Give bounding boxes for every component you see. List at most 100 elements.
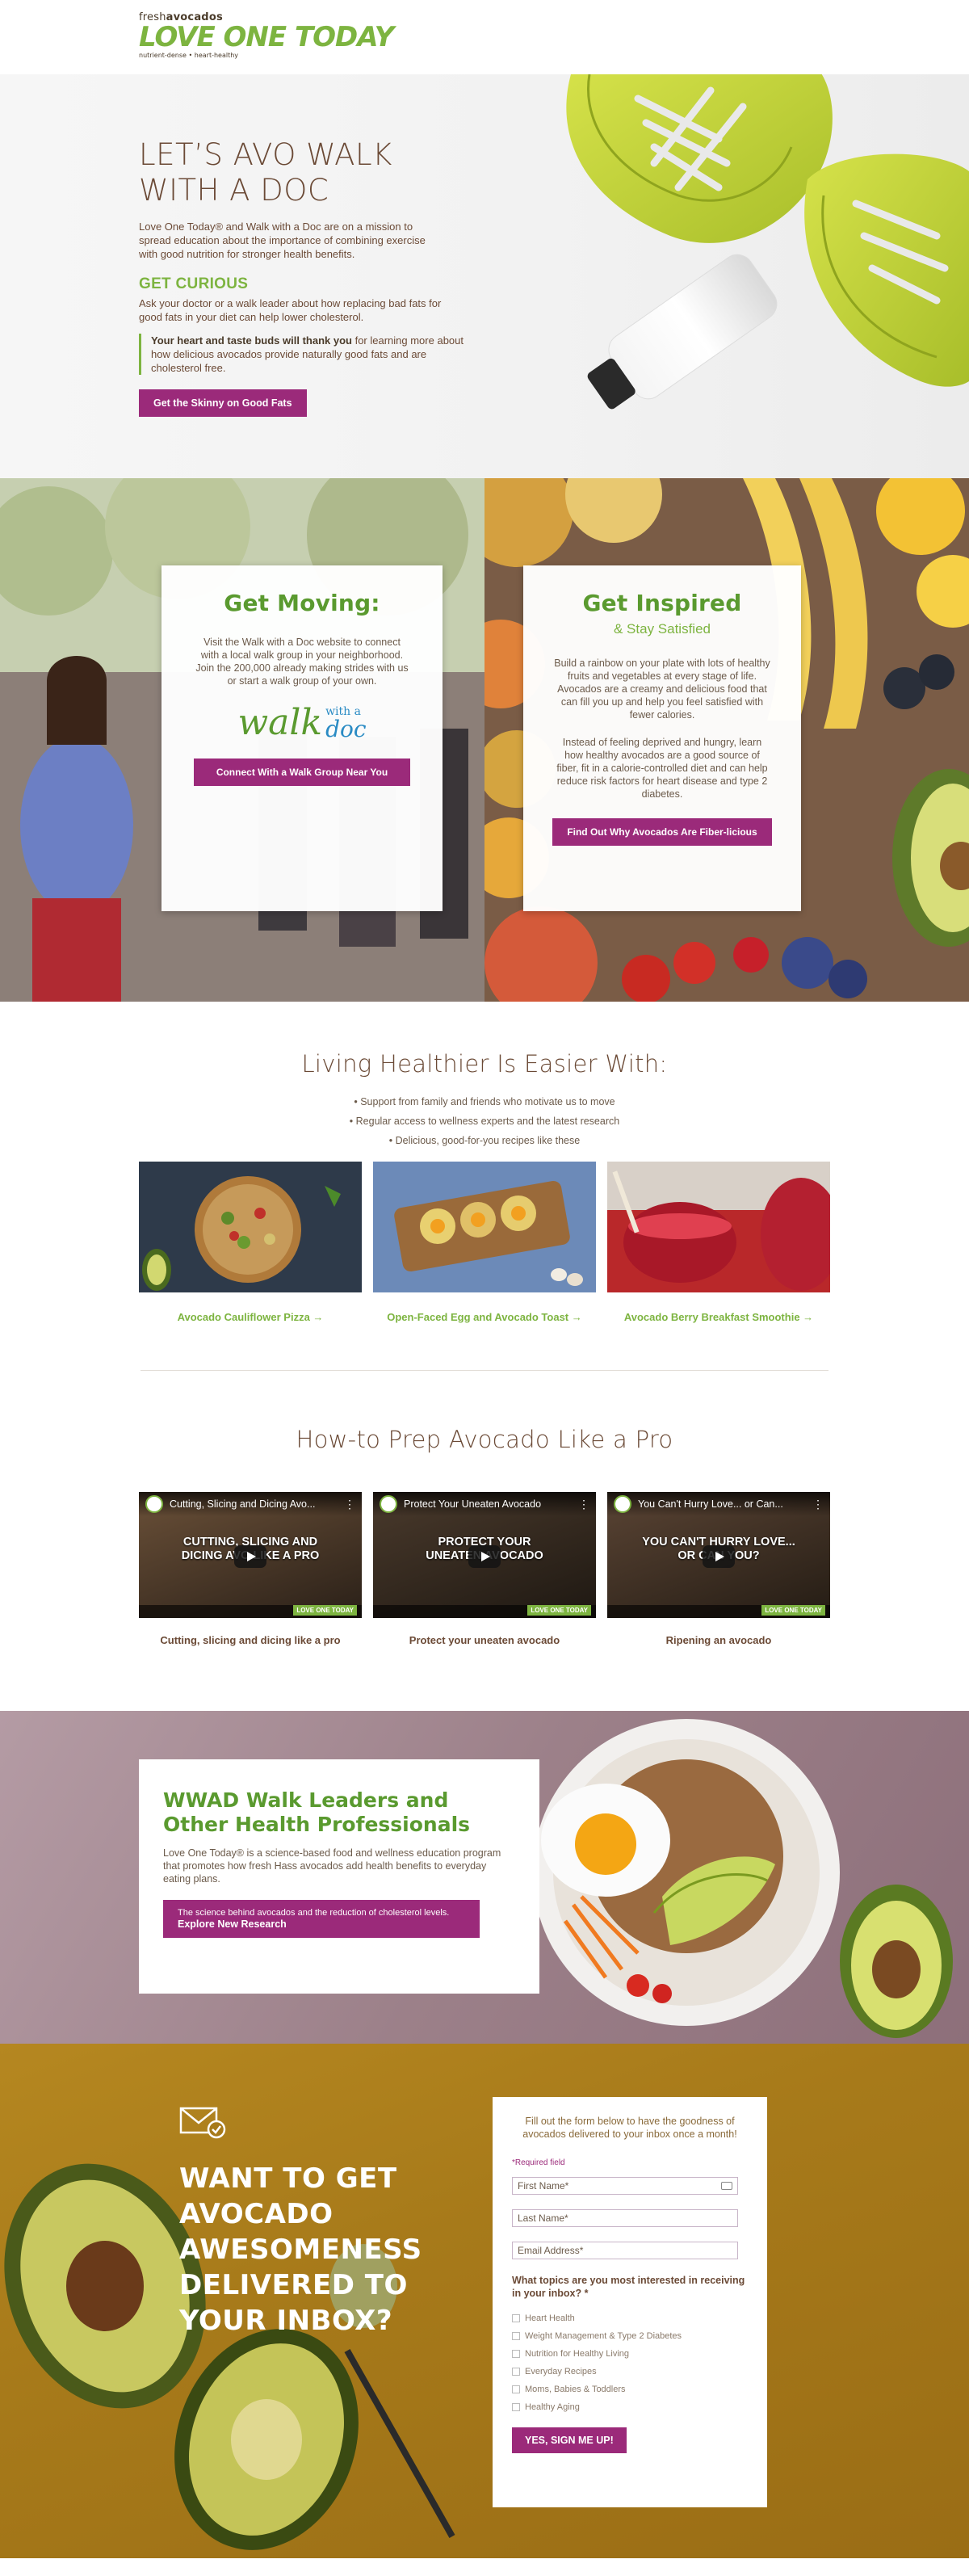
sneakers-water-bottle-image — [566, 74, 969, 410]
video-player[interactable]: Cutting, Slicing and Dicing Avo... ⋮ CUT… — [139, 1492, 362, 1618]
video-title: You Can't Hurry Love... or Can... — [638, 1498, 783, 1510]
explore-research-button[interactable]: The science behind avocados and the redu… — [163, 1900, 480, 1938]
panels-section: Get Moving: Visit the Walk with a Doc we… — [0, 478, 969, 1002]
channel-icon — [380, 1495, 397, 1513]
recipe-card: Avocado Berry Breakfast Smoothie → — [607, 1162, 841, 1323]
video-player[interactable]: Protect Your Uneaten Avocado ⋮ PROTECT Y… — [373, 1492, 596, 1618]
benefit-item: • Support from family and friends who mo… — [354, 1096, 615, 1107]
video-card: Protect Your Uneaten Avocado ⋮ PROTECT Y… — [373, 1492, 596, 1646]
sign-up-button[interactable]: YES, SIGN ME UP! — [512, 2427, 627, 2453]
topic-option[interactable]: Nutrition for Healthy Living — [512, 2345, 748, 2363]
video-card: Cutting, Slicing and Dicing Avo... ⋮ CUT… — [139, 1492, 362, 1646]
checkbox[interactable] — [512, 2403, 520, 2411]
living-healthier-title: Living Healthier Is Easier With: — [301, 1050, 668, 1078]
last-name-field[interactable]: Last Name* — [512, 2209, 738, 2227]
email-field[interactable]: Email Address* — [512, 2242, 738, 2259]
video-brand-badge: LOVE ONE TODAY — [527, 1605, 591, 1616]
checkbox[interactable] — [512, 2385, 520, 2393]
channel-icon — [614, 1495, 631, 1513]
walk-logo-doc: with a doc — [325, 705, 367, 742]
checkbox[interactable] — [512, 2314, 520, 2322]
hero-text: LET’S AVO WALK WITH A DOC Love One Today®… — [139, 137, 478, 417]
connect-walk-group-button[interactable]: Connect With a Walk Group Near You — [194, 759, 410, 786]
video-title-bar: Protect Your Uneaten Avocado ⋮ — [373, 1492, 596, 1516]
video-title-bar: You Can't Hurry Love... or Can... ⋮ — [607, 1492, 830, 1516]
last-name-placeholder: Last Name* — [518, 2213, 568, 2224]
wwad-body: Love One Today® is a science-based food … — [163, 1847, 501, 1885]
topic-option[interactable]: Heart Health — [512, 2309, 748, 2327]
living-healthier-section: Living Healthier Is Easier With: • Suppo… — [0, 1002, 969, 1371]
egg-avocado-toast-image[interactable] — [373, 1162, 596, 1292]
recipe-link-egg-avocado-toast[interactable]: Open-Faced Egg and Avocado Toast → — [373, 1311, 596, 1323]
berry-smoothie-image[interactable] — [607, 1162, 841, 1292]
get-inspired-body2: Instead of feeling deprived and hungry, … — [556, 737, 768, 800]
walking-group-panel: Get Moving: Visit the Walk with a Doc we… — [0, 478, 484, 1002]
channel-icon — [145, 1495, 163, 1513]
video-title-bar: Cutting, Slicing and Dicing Avo... ⋮ — [139, 1492, 362, 1516]
recipe-card: Open-Faced Egg and Avocado Toast → — [373, 1162, 596, 1323]
checkbox[interactable] — [512, 2332, 520, 2340]
get-moving-card: Get Moving: Visit the Walk with a Doc we… — [162, 565, 443, 911]
more-options-icon[interactable]: ⋮ — [812, 1498, 824, 1511]
hero-subheading: GET CURIOUS — [139, 275, 249, 292]
logo[interactable]: freshavocados LOVE ONE TODAY nutrient-de… — [139, 11, 969, 59]
topic-option[interactable]: Moms, Babies & Toddlers — [512, 2381, 748, 2398]
wwad-card: WWAD Walk Leaders and Other Health Profe… — [139, 1759, 539, 1994]
checkbox[interactable] — [512, 2368, 520, 2376]
required-note: *Required field — [512, 2158, 565, 2167]
autofill-icon[interactable] — [721, 2182, 732, 2190]
mail-icon — [179, 2107, 226, 2139]
checkbox[interactable] — [512, 2350, 520, 2358]
video-card: You Can't Hurry Love... or Can... ⋮ YOU … — [607, 1492, 830, 1646]
newsletter-left: WANT TO GET AVOCADO AWESOMENESS DELIVERE… — [179, 2103, 446, 2339]
get-moving-body: Visit the Walk with a Doc website to con… — [195, 637, 409, 687]
get-inspired-title: Get Inspired — [582, 590, 742, 616]
recipe-card: Avocado Cauliflower Pizza → — [139, 1162, 362, 1323]
site-header: freshavocados LOVE ONE TODAY nutrient-de… — [0, 0, 969, 74]
topics-question: What topics are you most interested in r… — [512, 2275, 745, 2299]
more-options-icon[interactable]: ⋮ — [578, 1498, 589, 1511]
topic-option[interactable]: Weight Management & Type 2 Diabetes — [512, 2327, 748, 2345]
video-title: Cutting, Slicing and Dicing Avo... — [170, 1498, 316, 1510]
cauliflower-pizza-image[interactable] — [139, 1162, 362, 1292]
video-caption: Ripening an avocado — [665, 1634, 772, 1646]
avocado-salad-image — [533, 1719, 953, 2038]
newsletter-heading: WANT TO GET AVOCADO AWESOMENESS DELIVERE… — [179, 2162, 422, 2337]
play-icon[interactable] — [468, 1545, 501, 1568]
hero-title: LET’S AVO WALK WITH A DOC — [139, 137, 392, 208]
play-icon[interactable] — [703, 1545, 735, 1568]
recipe-link-cauliflower-pizza[interactable]: Avocado Cauliflower Pizza → — [139, 1311, 362, 1323]
wwad-title: WWAD Walk Leaders and Other Health Profe… — [163, 1788, 471, 1836]
wwad-section: WWAD Walk Leaders and Other Health Profe… — [0, 1711, 969, 2044]
get-inspired-body1: Build a rainbow on your plate with lots … — [554, 658, 770, 721]
video-caption: Protect your uneaten avocado — [409, 1634, 560, 1646]
get-inspired-card: Get Inspired & Stay Satisfied Build a ra… — [523, 565, 801, 911]
get-inspired-subtitle: & Stay Satisfied — [613, 621, 711, 637]
walk-logo-word: walk — [237, 702, 323, 743]
topics-checklist: Heart Health Weight Management & Type 2 … — [512, 2309, 748, 2416]
topic-option[interactable]: Healthy Aging — [512, 2398, 748, 2416]
good-fats-button[interactable]: Get the Skinny on Good Fats — [139, 389, 307, 417]
video-brand-badge: LOVE ONE TODAY — [293, 1605, 357, 1616]
howto-title: How-to Prep Avocado Like a Pro — [296, 1426, 673, 1453]
hero-intro: Love One Today® and Walk with a Doc are … — [139, 221, 426, 260]
fruits-panel: Get Inspired & Stay Satisfied Build a ra… — [484, 478, 969, 1002]
topic-option[interactable]: Everyday Recipes — [512, 2363, 748, 2381]
recipe-link-berry-smoothie[interactable]: Avocado Berry Breakfast Smoothie → — [607, 1311, 830, 1323]
video-caption: Cutting, slicing and dicing like a pro — [160, 1634, 341, 1646]
get-moving-title: Get Moving: — [224, 590, 380, 616]
howto-section: How-to Prep Avocado Like a Pro Cutting, … — [0, 1371, 969, 1711]
signup-form: Fill out the form below to have the good… — [493, 2097, 767, 2507]
first-name-field[interactable]: First Name* — [512, 2177, 738, 2195]
video-title: Protect Your Uneaten Avocado — [404, 1498, 542, 1510]
newsletter-section: WANT TO GET AVOCADO AWESOMENESS DELIVERE… — [0, 2044, 969, 2558]
play-icon[interactable] — [234, 1545, 266, 1568]
fiber-licious-button[interactable]: Find Out Why Avocados Are Fiber-licious — [552, 818, 772, 846]
benefit-item: • Delicious, good-for-you recipes like t… — [388, 1135, 581, 1146]
hero-sub-body: Ask your doctor or a walk leader about h… — [139, 297, 442, 323]
form-intro: Fill out the form below to have the good… — [522, 2116, 737, 2140]
walk-with-a-doc-logo: walk with a doc — [194, 705, 410, 741]
more-options-icon[interactable]: ⋮ — [344, 1498, 355, 1511]
video-player[interactable]: You Can't Hurry Love... or Can... ⋮ YOU … — [607, 1492, 830, 1618]
hero-section: LET’S AVO WALK WITH A DOC Love One Today®… — [0, 74, 969, 478]
